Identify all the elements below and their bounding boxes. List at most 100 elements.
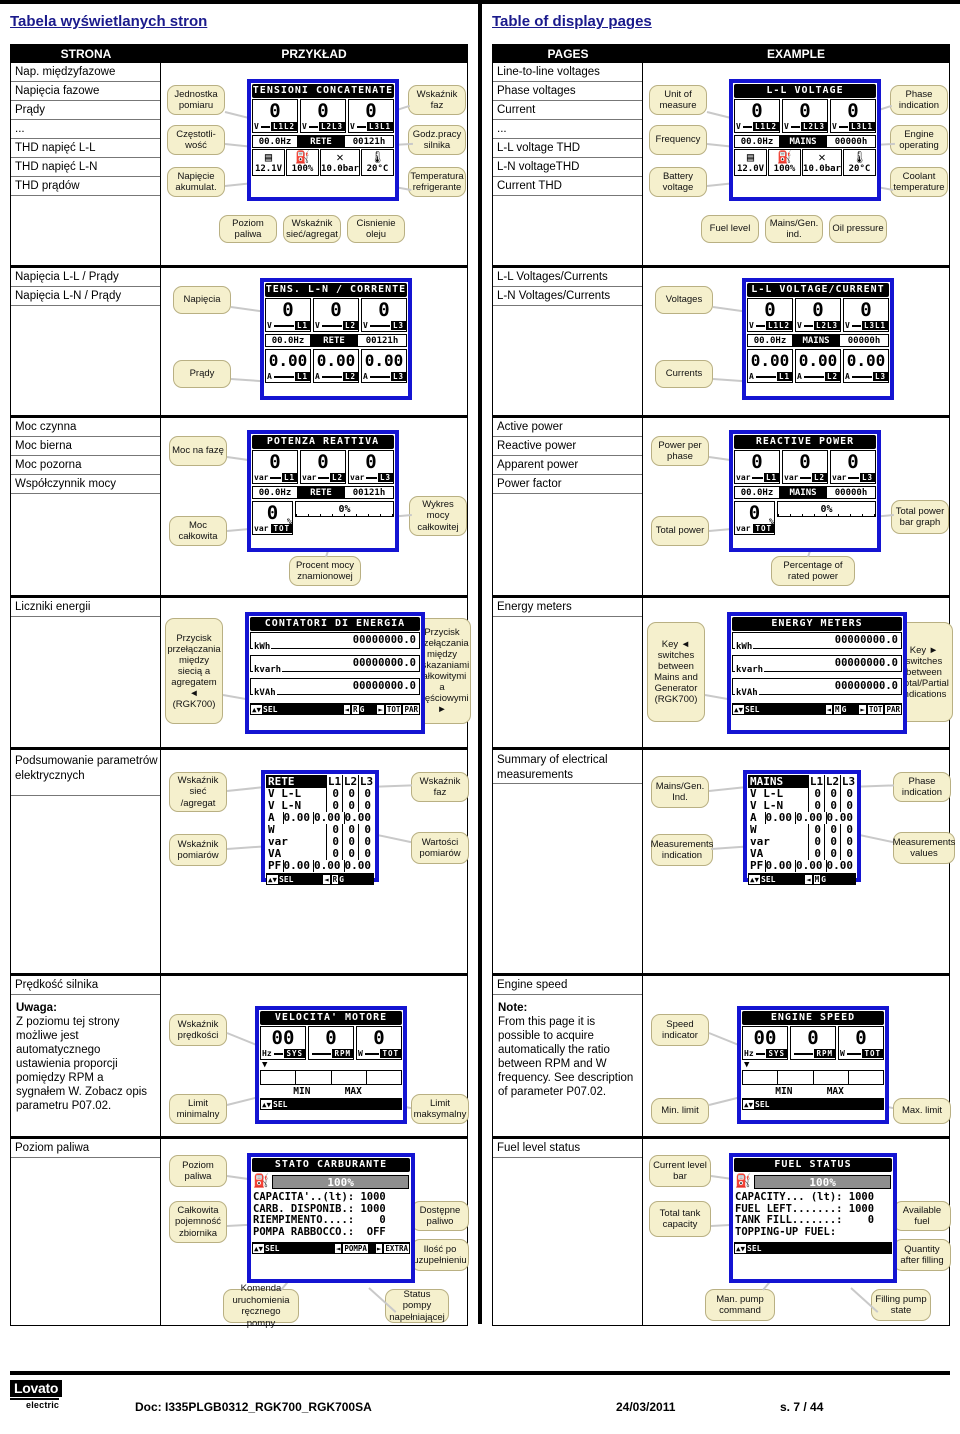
list-item[interactable]: Active power (493, 418, 642, 437)
lcd-phase-tag: L2 (824, 372, 840, 381)
up-down-icon[interactable]: ▲▼ (749, 874, 761, 884)
source-gen-key[interactable]: G (821, 875, 826, 884)
softkey-sel[interactable]: SEL (273, 1100, 287, 1109)
up-down-icon[interactable]: ▲▼ (743, 1099, 755, 1109)
up-down-icon[interactable]: ▲▼ (251, 704, 263, 714)
list-item[interactable]: Reactive power (493, 437, 642, 456)
lcd-phase-cell: 0 V L3L1 (843, 298, 889, 332)
fuel-line: CAPACITA'..(lt): 1000 (253, 1191, 386, 1203)
meter-unit: kvarh (253, 665, 283, 675)
list-item[interactable]: Moc pozorna (11, 456, 160, 475)
lcd-phase-cell: 0 var L3 (348, 450, 394, 484)
meter-value: 00000000.0 (834, 680, 898, 692)
softkey-sel[interactable]: SEL (279, 875, 293, 884)
softkey-tot[interactable]: TOT (385, 704, 402, 714)
total-power-bar-graph: 0% (295, 501, 394, 517)
lcd-phase-tag: L3L1 (861, 321, 888, 330)
left-arrow-icon[interactable]: ◄ (323, 874, 330, 884)
list-item[interactable]: Power factor (493, 475, 642, 494)
pages-list: Liczniki energii (11, 598, 161, 747)
list-item[interactable]: Phase voltages (493, 82, 642, 101)
list-item[interactable]: Napięcia L-N / Prądy (11, 287, 160, 306)
list-item[interactable]: Liczniki energii (11, 598, 160, 617)
softkey-par[interactable]: PAR (403, 704, 419, 714)
softkey-sel[interactable]: SEL (755, 1100, 769, 1109)
left-arrow-icon[interactable]: ◄ (334, 1243, 342, 1253)
list-item[interactable]: ... (493, 120, 642, 139)
list-item[interactable]: Prądy (11, 101, 160, 120)
list-item[interactable]: L-L voltage THD (493, 139, 642, 158)
lcd-rule (790, 125, 800, 128)
list-item[interactable]: Summary of electrical measurements (493, 750, 642, 784)
list-item[interactable]: THD napięć L-L (11, 139, 160, 158)
table-row: A 0.00 0.00 0.00 (748, 812, 856, 824)
list-item[interactable]: THD prądów (11, 177, 160, 196)
list-item[interactable]: Napięcia L-L / Prądy (11, 268, 160, 287)
lcd-screen-ll-voltage: L-L VOLTAGE 0 V L1L2 0 V L2L3 0 V L3L1 00.0Hz … (729, 79, 881, 201)
list-item[interactable]: Apparent power (493, 456, 642, 475)
lcd-rule (321, 375, 342, 378)
list-item[interactable]: Prędkość silnika (11, 976, 160, 995)
up-down-icon[interactable]: ▲▼ (733, 704, 745, 714)
up-down-icon[interactable]: ▲▼ (267, 874, 279, 884)
softkey-sel[interactable]: SEL (265, 1244, 279, 1253)
list-item[interactable]: Poziom paliwa (11, 1139, 160, 1158)
softkey-sel[interactable]: SEL (761, 875, 775, 884)
lcd-frequency: 00.0Hz (734, 486, 780, 499)
source-gen-key[interactable]: G (360, 705, 365, 714)
list-item[interactable]: Napięcia fazowe (11, 82, 160, 101)
list-item[interactable]: L-N voltageTHD (493, 158, 642, 177)
callout-manual-pump-command: Man. pump command (705, 1289, 775, 1321)
list-item[interactable]: Current (493, 101, 642, 120)
source-gen-key[interactable]: G (339, 875, 344, 884)
left-arrow-icon[interactable]: ◄ (825, 704, 833, 714)
softkey-pump[interactable]: POMPA (343, 1243, 368, 1253)
source-mains-key[interactable]: M (813, 874, 821, 884)
softkey-sel[interactable]: SEL (745, 705, 759, 714)
right-arrow-icon[interactable]: ► (859, 704, 866, 714)
softkey-sel[interactable]: SEL (747, 1244, 761, 1253)
lcd-rule (838, 125, 848, 128)
left-arrow-icon[interactable]: ◄ (805, 874, 812, 884)
lcd-unit: Hz (262, 1049, 272, 1058)
list-item[interactable]: L-L Voltages/Currents (493, 268, 642, 287)
lcd-unit: var (254, 524, 269, 533)
softkey-tot[interactable]: TOT (867, 704, 884, 714)
list-item[interactable]: Nap. międzyfazowe (11, 63, 160, 82)
lcd-current-row: 0.00 A L1 0.00 A L2 0.00 A L3 (264, 348, 408, 384)
meter-unit: kWh (735, 642, 754, 652)
lcd-phase-tag: L1L2 (765, 321, 792, 330)
up-down-icon[interactable]: ▲▼ (735, 1243, 747, 1253)
energy-meter-row: 00000000.0 kWh (732, 632, 902, 652)
list-item[interactable]: Line-to-line voltages (493, 63, 642, 82)
source-mains-key[interactable]: R (331, 874, 339, 884)
callout-percentage-rated-power: Percentage of rated power (771, 556, 855, 586)
list-item[interactable]: Current THD (493, 177, 642, 196)
up-down-icon[interactable]: ▲▼ (253, 1243, 265, 1253)
right-arrow-icon[interactable]: ► (375, 1243, 383, 1253)
up-down-icon[interactable]: ▲▼ (261, 1099, 273, 1109)
softkey-sel[interactable]: SEL (263, 705, 277, 714)
list-item[interactable]: ... (11, 120, 160, 139)
lcd-rule (318, 476, 329, 479)
list-item[interactable]: Współczynnik mocy (11, 475, 160, 494)
list-item[interactable]: L-N Voltages/Currents (493, 287, 642, 306)
list-item[interactable]: Energy meters (493, 598, 642, 617)
lcd-phase-tag: L2 (342, 321, 358, 330)
list-item[interactable]: Engine speed (493, 976, 642, 995)
left-arrow-icon[interactable]: ◄ (343, 704, 351, 714)
lcd-title: REACTIVE POWER (734, 435, 876, 449)
list-item[interactable]: THD napięć L-N (11, 158, 160, 177)
list-item[interactable]: Moc bierna (11, 437, 160, 456)
source-mains-key[interactable]: R (352, 704, 359, 714)
softkey-par[interactable]: PAR (885, 704, 901, 714)
softkey-extra[interactable]: EXTRA (384, 1243, 409, 1253)
source-mains-key[interactable]: M (834, 704, 841, 714)
lcd-rule (846, 1052, 862, 1055)
list-item[interactable]: Podsumowanie parametrów elektrycznych (11, 750, 160, 796)
list-item[interactable]: Fuel level status (493, 1139, 642, 1158)
right-arrow-icon[interactable]: ► (377, 704, 384, 714)
source-gen-key[interactable]: G (842, 705, 847, 714)
list-item[interactable]: Moc czynna (11, 418, 160, 437)
lcd-value: 0 (282, 299, 294, 321)
